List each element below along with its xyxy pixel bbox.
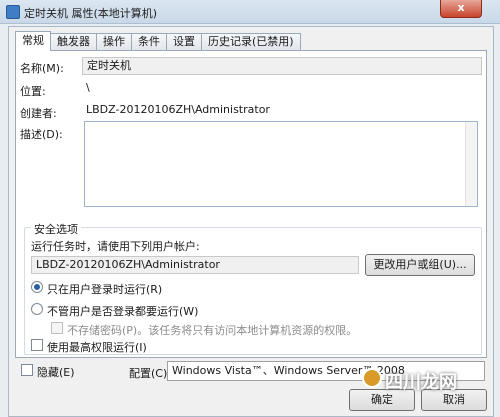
security-options-group: 安全选项 运行任务时，请使用下列用户帐户: LBDZ-20120106ZH\Ad…	[24, 221, 482, 355]
general-tab-panel: 名称(M): 定时关机 位置: \ 创建者: LBDZ-20120106ZH\A…	[15, 50, 487, 358]
run-as-prompt: 运行任务时，请使用下列用户帐户:	[31, 240, 200, 253]
watermark-logo-icon	[362, 368, 382, 388]
change-user-button[interactable]: 更改用户或组(U)...	[365, 254, 475, 276]
author-label: 创建者:	[20, 107, 57, 120]
logged-on-label[interactable]: 只在用户登录时运行(R)	[47, 281, 162, 297]
description-label: 描述(D):	[20, 128, 63, 141]
watermark-text: 四川龙网	[385, 372, 457, 393]
no-store-password-checkbox[interactable]	[51, 322, 63, 334]
logged-on-radio[interactable]	[31, 281, 43, 293]
properties-dialog: 常规 触发器 操作 条件 设置 历史记录(已禁用) 名称(M): 定时关机 位置…	[8, 26, 494, 417]
user-account-field: LBDZ-20120106ZH\Administrator	[31, 256, 359, 274]
highest-privileges-label[interactable]: 使用最高权限运行(I)	[47, 339, 147, 355]
hidden-checkbox[interactable]	[21, 364, 33, 376]
tab-history[interactable]: 历史记录(已禁用)	[201, 33, 301, 51]
name-label: 名称(M):	[20, 62, 64, 75]
tab-strip: 常规 触发器 操作 条件 设置 历史记录(已禁用)	[15, 31, 301, 51]
tab-conditions[interactable]: 条件	[131, 33, 167, 51]
window-titlebar: 定时关机 属性(本地计算机) x	[0, 0, 500, 24]
location-value: \	[86, 81, 90, 94]
highest-privileges-checkbox[interactable]	[31, 339, 43, 351]
description-scrollbar[interactable]	[465, 122, 477, 206]
security-group-title: 安全选项	[31, 221, 81, 237]
tab-triggers[interactable]: 触发器	[50, 33, 97, 51]
hidden-label[interactable]: 隐藏(E)	[37, 364, 75, 380]
tab-actions[interactable]: 操作	[96, 33, 132, 51]
configure-label: 配置(C):	[129, 367, 171, 380]
tab-general[interactable]: 常规	[15, 31, 51, 51]
tab-settings[interactable]: 设置	[166, 33, 202, 51]
description-textarea[interactable]	[84, 121, 478, 207]
location-label: 位置:	[20, 85, 46, 98]
window-title: 定时关机 属性(本地计算机)	[24, 7, 158, 20]
no-store-password-label: 不存储密码(P)。该任务将只有访问本地计算机资源的权限。	[67, 324, 358, 337]
window-close-button[interactable]: x	[440, 0, 482, 18]
name-field[interactable]: 定时关机	[82, 57, 482, 75]
always-run-label[interactable]: 不管用户是否登录都要运行(W)	[47, 303, 198, 319]
author-value: LBDZ-20120106ZH\Administrator	[86, 103, 270, 116]
task-app-icon	[6, 5, 20, 19]
always-run-radio[interactable]	[31, 303, 43, 315]
